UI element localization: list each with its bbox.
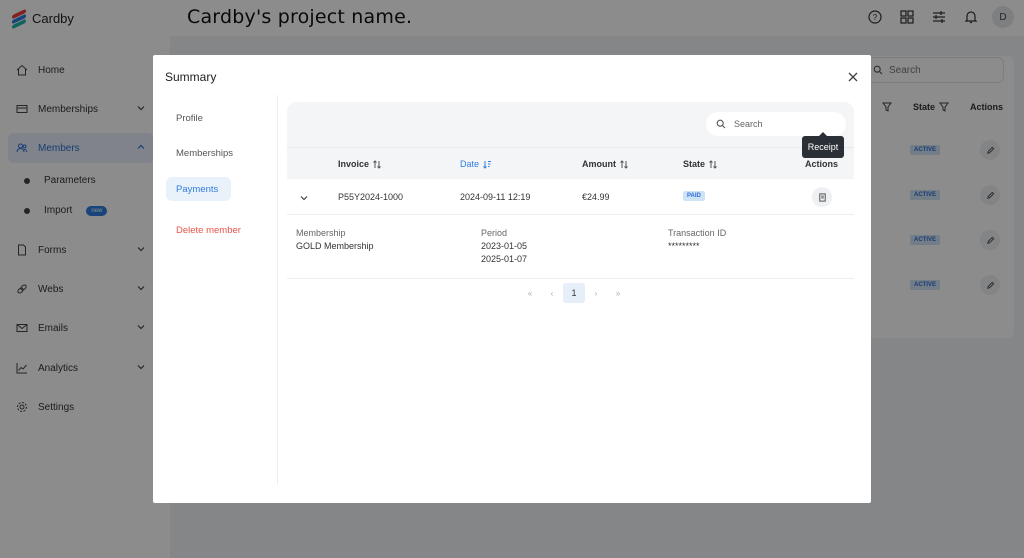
column-header-label: Date bbox=[460, 159, 480, 169]
modal-nav: Profile Memberships Payments Delete memb… bbox=[153, 95, 278, 485]
sort-icon bbox=[709, 159, 717, 169]
invoice-cell: P55Y2024-1000 bbox=[338, 192, 404, 202]
membership-label: Membership bbox=[296, 228, 346, 238]
table-row[interactable]: P55Y2024-1000 2024-09-11 12:19 €24.99 PA… bbox=[287, 179, 854, 215]
search-placeholder: Search bbox=[734, 119, 763, 129]
receipt-icon bbox=[818, 192, 826, 202]
period-detail: Period 2023-01-05 2025-01-07 bbox=[481, 227, 527, 266]
sort-icon bbox=[373, 159, 381, 169]
tab-profile[interactable]: Profile bbox=[166, 106, 231, 130]
column-header-state[interactable]: State bbox=[683, 159, 718, 169]
modal-title: Summary bbox=[165, 70, 217, 84]
transaction-label: Transaction ID bbox=[668, 228, 727, 238]
amount-cell: €24.99 bbox=[582, 192, 610, 202]
membership-value: GOLD Membership bbox=[296, 241, 374, 251]
status-badge: PAID bbox=[683, 191, 705, 201]
column-header-label: Amount bbox=[582, 159, 616, 169]
chevron-down-icon[interactable] bbox=[299, 193, 309, 203]
transaction-detail: Transaction ID ********* bbox=[668, 227, 726, 253]
search-icon bbox=[716, 119, 726, 129]
receipt-tooltip: Receipt bbox=[802, 132, 844, 158]
next-page-button[interactable]: › bbox=[585, 283, 607, 303]
column-header-invoice[interactable]: Invoice bbox=[338, 159, 382, 169]
pagination: « ‹ 1 › » bbox=[519, 283, 629, 303]
tab-memberships[interactable]: Memberships bbox=[166, 141, 246, 165]
payments-table: Search Invoice Date Amount State Actions bbox=[287, 102, 854, 282]
column-header-label: Invoice bbox=[338, 159, 370, 169]
sort-desc-icon bbox=[483, 160, 492, 169]
previous-page-button[interactable]: ‹ bbox=[541, 283, 563, 303]
table-header: Invoice Date Amount State Actions bbox=[287, 147, 854, 179]
transaction-value: ********* bbox=[668, 241, 700, 251]
first-page-button[interactable]: « bbox=[519, 283, 541, 303]
column-header-label: State bbox=[683, 159, 706, 169]
period-end: 2025-01-07 bbox=[481, 254, 528, 264]
column-header-date[interactable]: Date bbox=[460, 159, 492, 169]
membership-detail: Membership GOLD Membership bbox=[296, 227, 374, 253]
summary-modal: Summary Profile Memberships Payments Del… bbox=[153, 55, 871, 503]
column-header-amount[interactable]: Amount bbox=[582, 159, 629, 169]
column-header-actions: Actions bbox=[805, 159, 839, 169]
period-start: 2023-01-05 bbox=[481, 241, 528, 251]
last-page-button[interactable]: » bbox=[607, 283, 629, 303]
sort-icon bbox=[620, 159, 628, 169]
current-page[interactable]: 1 bbox=[563, 283, 585, 303]
receipt-button[interactable] bbox=[812, 187, 832, 207]
tab-payments[interactable]: Payments bbox=[166, 177, 231, 201]
close-icon[interactable] bbox=[847, 71, 859, 83]
delete-member-button[interactable]: Delete member bbox=[166, 218, 256, 242]
table-toolbar: Search bbox=[287, 102, 854, 147]
payment-detail: Membership GOLD Membership Period 2023-0… bbox=[287, 215, 854, 279]
date-cell: 2024-09-11 12:19 bbox=[460, 192, 531, 202]
period-label: Period bbox=[481, 228, 508, 238]
